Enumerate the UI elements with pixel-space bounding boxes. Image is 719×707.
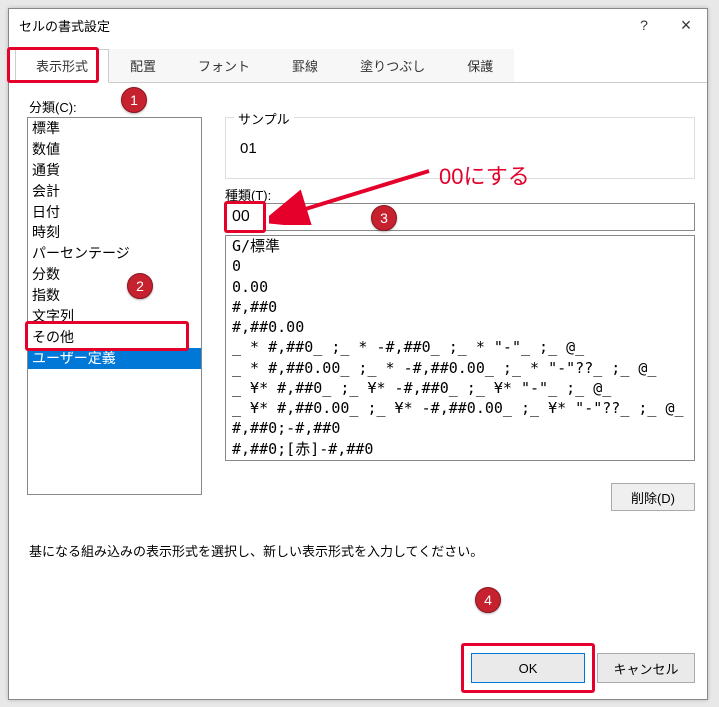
type-item[interactable]: #,##0;-#,##0 xyxy=(226,418,694,438)
ok-button[interactable]: OK xyxy=(471,653,585,683)
category-item[interactable]: その他 xyxy=(28,327,201,348)
type-label: 種類(T): xyxy=(225,185,271,204)
type-item[interactable]: _ * #,##0.00_ ;_ * -#,##0.00_ ;_ * "-"??… xyxy=(226,358,694,378)
type-item[interactable]: _ * #,##0_ ;_ * -#,##0_ ;_ * "-"_ ;_ @_ xyxy=(226,337,694,357)
help-button[interactable]: ? xyxy=(623,9,665,41)
sample-group: サンプル 01 xyxy=(225,117,695,179)
category-item[interactable]: 日付 xyxy=(28,202,201,223)
type-list[interactable]: G/標準 0 0.00 #,##0 #,##0.00 _ * #,##0_ ;_… xyxy=(225,235,695,461)
sample-value: 01 xyxy=(240,140,257,157)
dialog-body: 分類(C): 標準 数値 通貨 会計 日付 時刻 パーセンテージ 分数 指数 文… xyxy=(9,83,707,703)
tab-font[interactable]: フォント xyxy=(177,49,271,82)
category-item[interactable]: パーセンテージ xyxy=(28,243,201,264)
category-item[interactable]: 指数 xyxy=(28,285,201,306)
type-item[interactable]: 0 xyxy=(226,256,694,276)
category-item[interactable]: 会計 xyxy=(28,181,201,202)
help-text: 基になる組み込みの表示形式を選択し、新しい表示形式を入力してください。 xyxy=(29,541,483,560)
category-item-selected[interactable]: ユーザー定義 xyxy=(28,348,201,369)
type-item[interactable]: _ ¥* #,##0_ ;_ ¥* -#,##0_ ;_ ¥* "-"_ ;_ … xyxy=(226,378,694,398)
tab-fill[interactable]: 塗りつぶし xyxy=(339,49,446,82)
tab-protection[interactable]: 保護 xyxy=(446,49,514,82)
category-label: 分類(C): xyxy=(29,97,77,116)
cancel-button[interactable]: キャンセル xyxy=(597,653,695,683)
tab-number[interactable]: 表示形式 xyxy=(15,49,109,83)
close-button[interactable]: × xyxy=(665,9,707,41)
type-input[interactable] xyxy=(225,203,695,231)
type-item[interactable]: G/標準 xyxy=(226,236,694,256)
category-item[interactable]: 数値 xyxy=(28,139,201,160)
titlebar: セルの書式設定 ? × xyxy=(9,9,707,41)
type-item[interactable]: #,##0 xyxy=(226,297,694,317)
type-item[interactable]: _ ¥* #,##0.00_ ;_ ¥* -#,##0.00_ ;_ ¥* "-… xyxy=(226,398,694,418)
annotation-badge-1: 1 xyxy=(121,87,147,113)
sample-label: サンプル xyxy=(234,109,294,128)
category-item[interactable]: 文字列 xyxy=(28,306,201,327)
delete-button[interactable]: 削除(D) xyxy=(611,483,695,511)
category-item[interactable]: 通貨 xyxy=(28,160,201,181)
window-title: セルの書式設定 xyxy=(19,16,623,35)
type-item[interactable]: #,##0;[赤]-#,##0 xyxy=(226,439,694,459)
category-item[interactable]: 標準 xyxy=(28,118,201,139)
tab-border[interactable]: 罫線 xyxy=(271,49,339,82)
annotation-badge-4: 4 xyxy=(475,587,501,613)
category-item[interactable]: 分数 xyxy=(28,264,201,285)
category-item[interactable]: 時刻 xyxy=(28,222,201,243)
type-item[interactable]: #,##0.00;-#,##0.00 xyxy=(226,459,694,461)
tab-alignment[interactable]: 配置 xyxy=(109,49,177,82)
type-item[interactable]: #,##0.00 xyxy=(226,317,694,337)
category-list[interactable]: 標準 数値 通貨 会計 日付 時刻 パーセンテージ 分数 指数 文字列 その他 … xyxy=(27,117,202,495)
format-cells-dialog: セルの書式設定 ? × 表示形式 配置 フォント 罫線 塗りつぶし 保護 分類(… xyxy=(8,8,708,700)
type-item[interactable]: 0.00 xyxy=(226,277,694,297)
tab-strip: 表示形式 配置 フォント 罫線 塗りつぶし 保護 xyxy=(9,45,707,83)
